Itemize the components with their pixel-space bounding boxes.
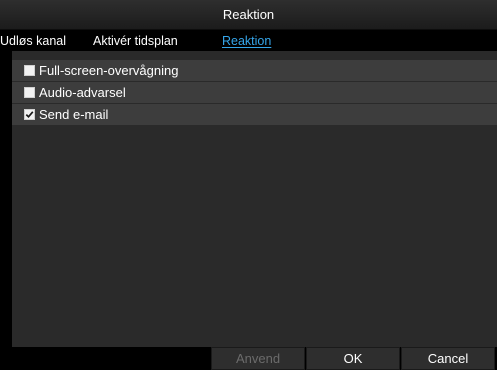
ok-button[interactable]: OK [306, 347, 400, 370]
option-label: Full-screen-overvågning [39, 63, 179, 78]
option-label: Send e-mail [39, 107, 109, 122]
button-bar: Anvend OK Cancel [12, 347, 497, 370]
checkmark-icon [25, 111, 34, 119]
cancel-button[interactable]: Cancel [401, 347, 495, 370]
title-bar: Reaktion [0, 0, 497, 30]
dialog-title: Reaktion [222, 7, 275, 22]
options-panel: Full-screen-overvågning Audio-advarsel S… [12, 51, 497, 347]
tab-trigger-channel[interactable]: Udløs kanal [0, 34, 66, 48]
option-send-email[interactable]: Send e-mail [12, 104, 497, 126]
reaction-dialog: Reaktion Udløs kanal Aktivér tidsplan Re… [0, 0, 497, 370]
option-fullscreen-monitoring[interactable]: Full-screen-overvågning [12, 60, 497, 82]
option-label: Audio-advarsel [39, 85, 126, 100]
send-email-checkbox[interactable] [24, 109, 35, 120]
option-audio-alarm[interactable]: Audio-advarsel [12, 82, 497, 104]
tab-reaction[interactable]: Reaktion [222, 34, 271, 48]
tab-bar: Udløs kanal Aktivér tidsplan Reaktion [0, 30, 497, 51]
apply-button[interactable]: Anvend [211, 347, 305, 370]
fullscreen-monitoring-checkbox[interactable] [24, 65, 35, 76]
tab-activate-schedule[interactable]: Aktivér tidsplan [93, 34, 178, 48]
audio-alarm-checkbox[interactable] [24, 87, 35, 98]
